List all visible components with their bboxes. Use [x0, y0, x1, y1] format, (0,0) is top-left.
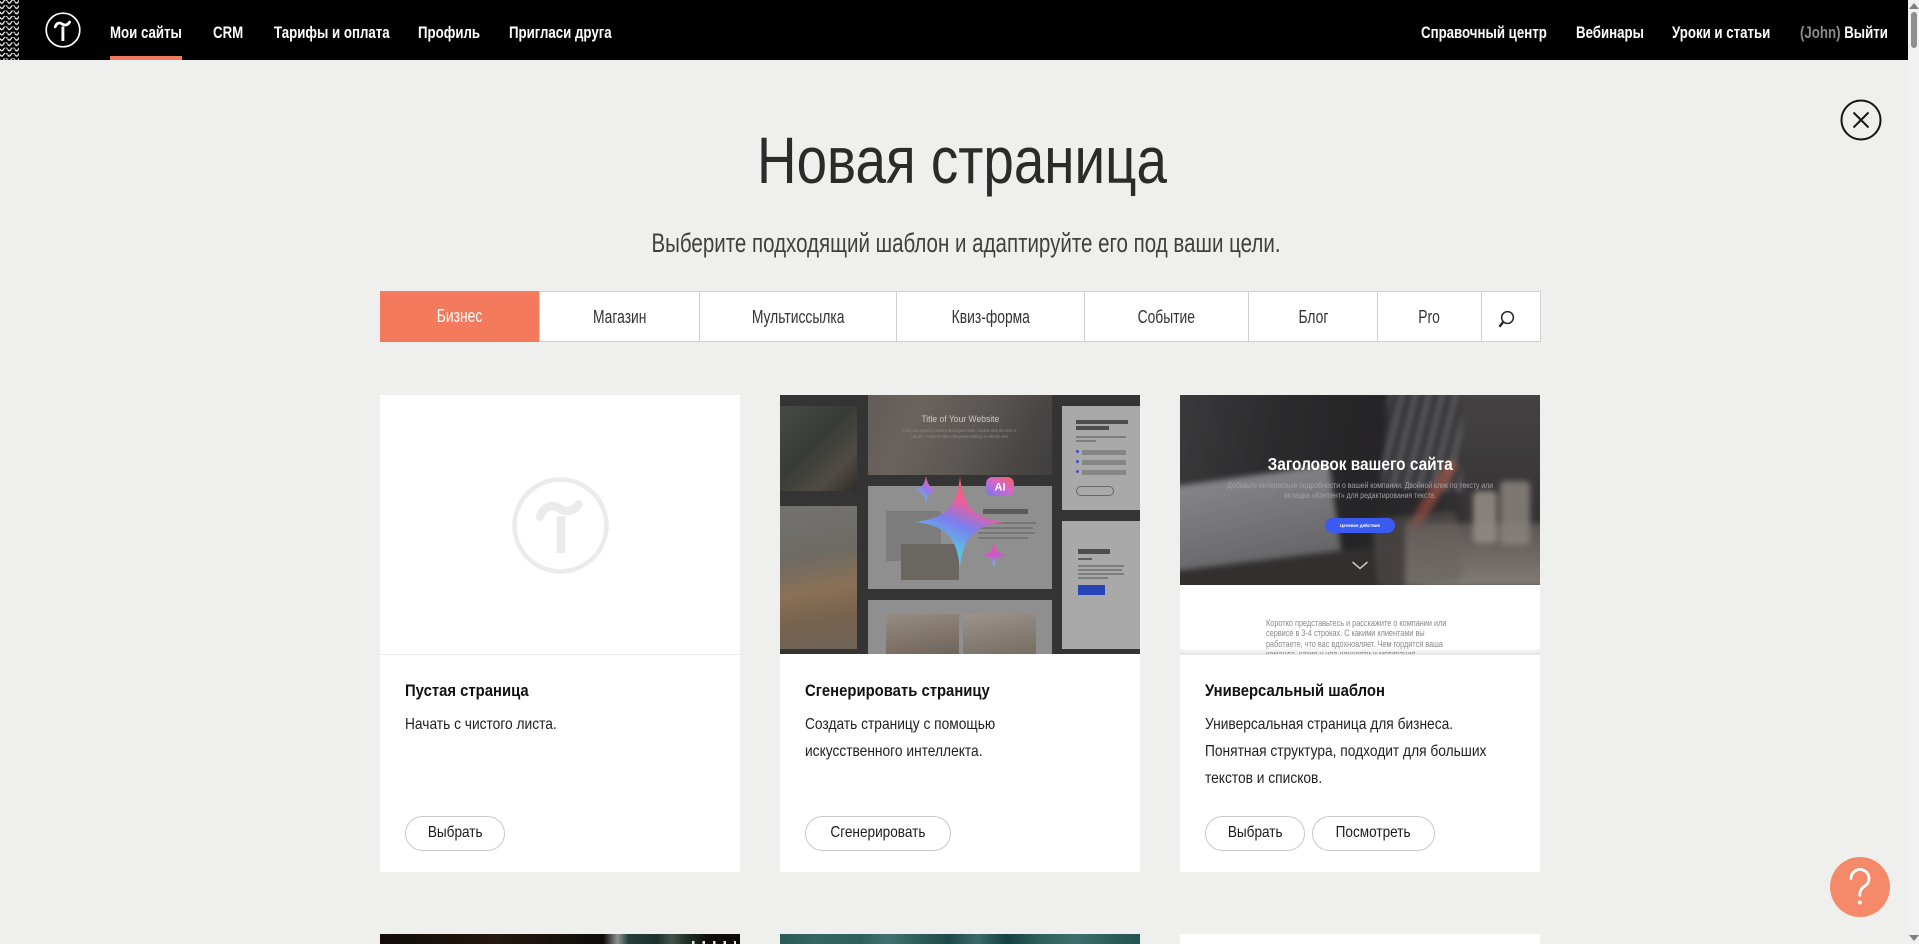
svg-text:AI: AI	[995, 482, 1006, 494]
